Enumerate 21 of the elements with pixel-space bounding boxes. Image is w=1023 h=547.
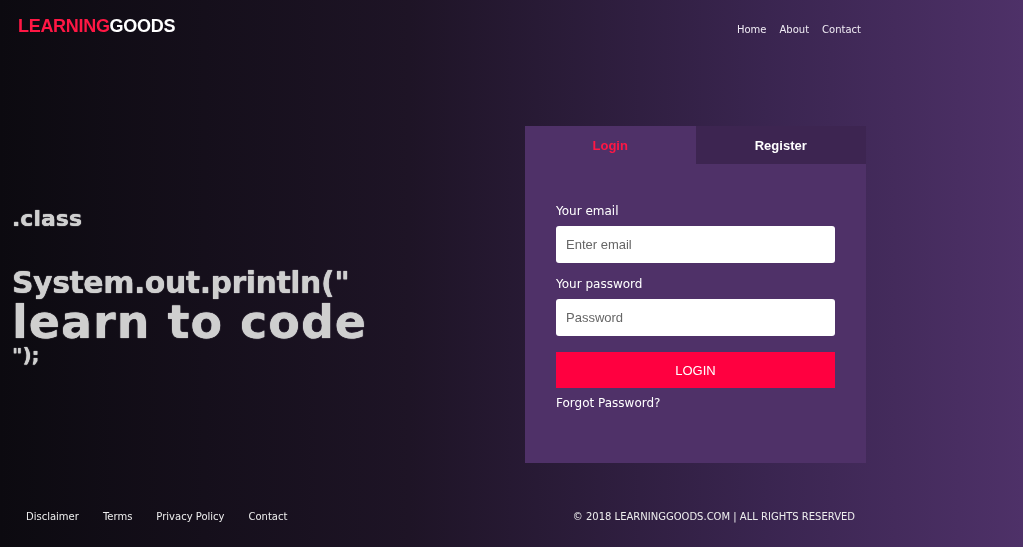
field-label: Your password	[556, 277, 644, 291]
hero-text: ");	[12, 344, 41, 365]
forgot-password-link[interactable]: Forgot Password?	[556, 396, 835, 410]
login-button[interactable]: LOGIN	[556, 352, 835, 388]
copyright-text: © 2018 LEARNINGGOODS.COM | ALL RIGHTS RESERVED	[572, 511, 855, 522]
hero-text: System.out.println("	[12, 267, 351, 299]
logo-text[interactable]: LEARNING	[18, 15, 110, 36]
footer-link[interactable]: Disclaimer	[26, 511, 79, 522]
footer-link[interactable]: Contact	[248, 511, 288, 522]
password-field[interactable]: Password	[556, 299, 835, 336]
hero-text: learn to code	[12, 298, 368, 345]
hero-text: .class	[12, 206, 83, 231]
field-label: Your email	[556, 204, 620, 218]
nav-link[interactable]: Contact	[822, 24, 861, 35]
nav-link[interactable]: About	[779, 24, 810, 35]
nav-link[interactable]: Home	[737, 24, 767, 35]
tab[interactable]: Register	[695, 126, 866, 164]
email-field[interactable]: Enter email	[556, 226, 835, 263]
footer-link[interactable]: Privacy Policy	[156, 511, 225, 522]
logo-text[interactable]: GOODS	[109, 15, 176, 36]
footer-link[interactable]: Terms	[102, 511, 133, 522]
